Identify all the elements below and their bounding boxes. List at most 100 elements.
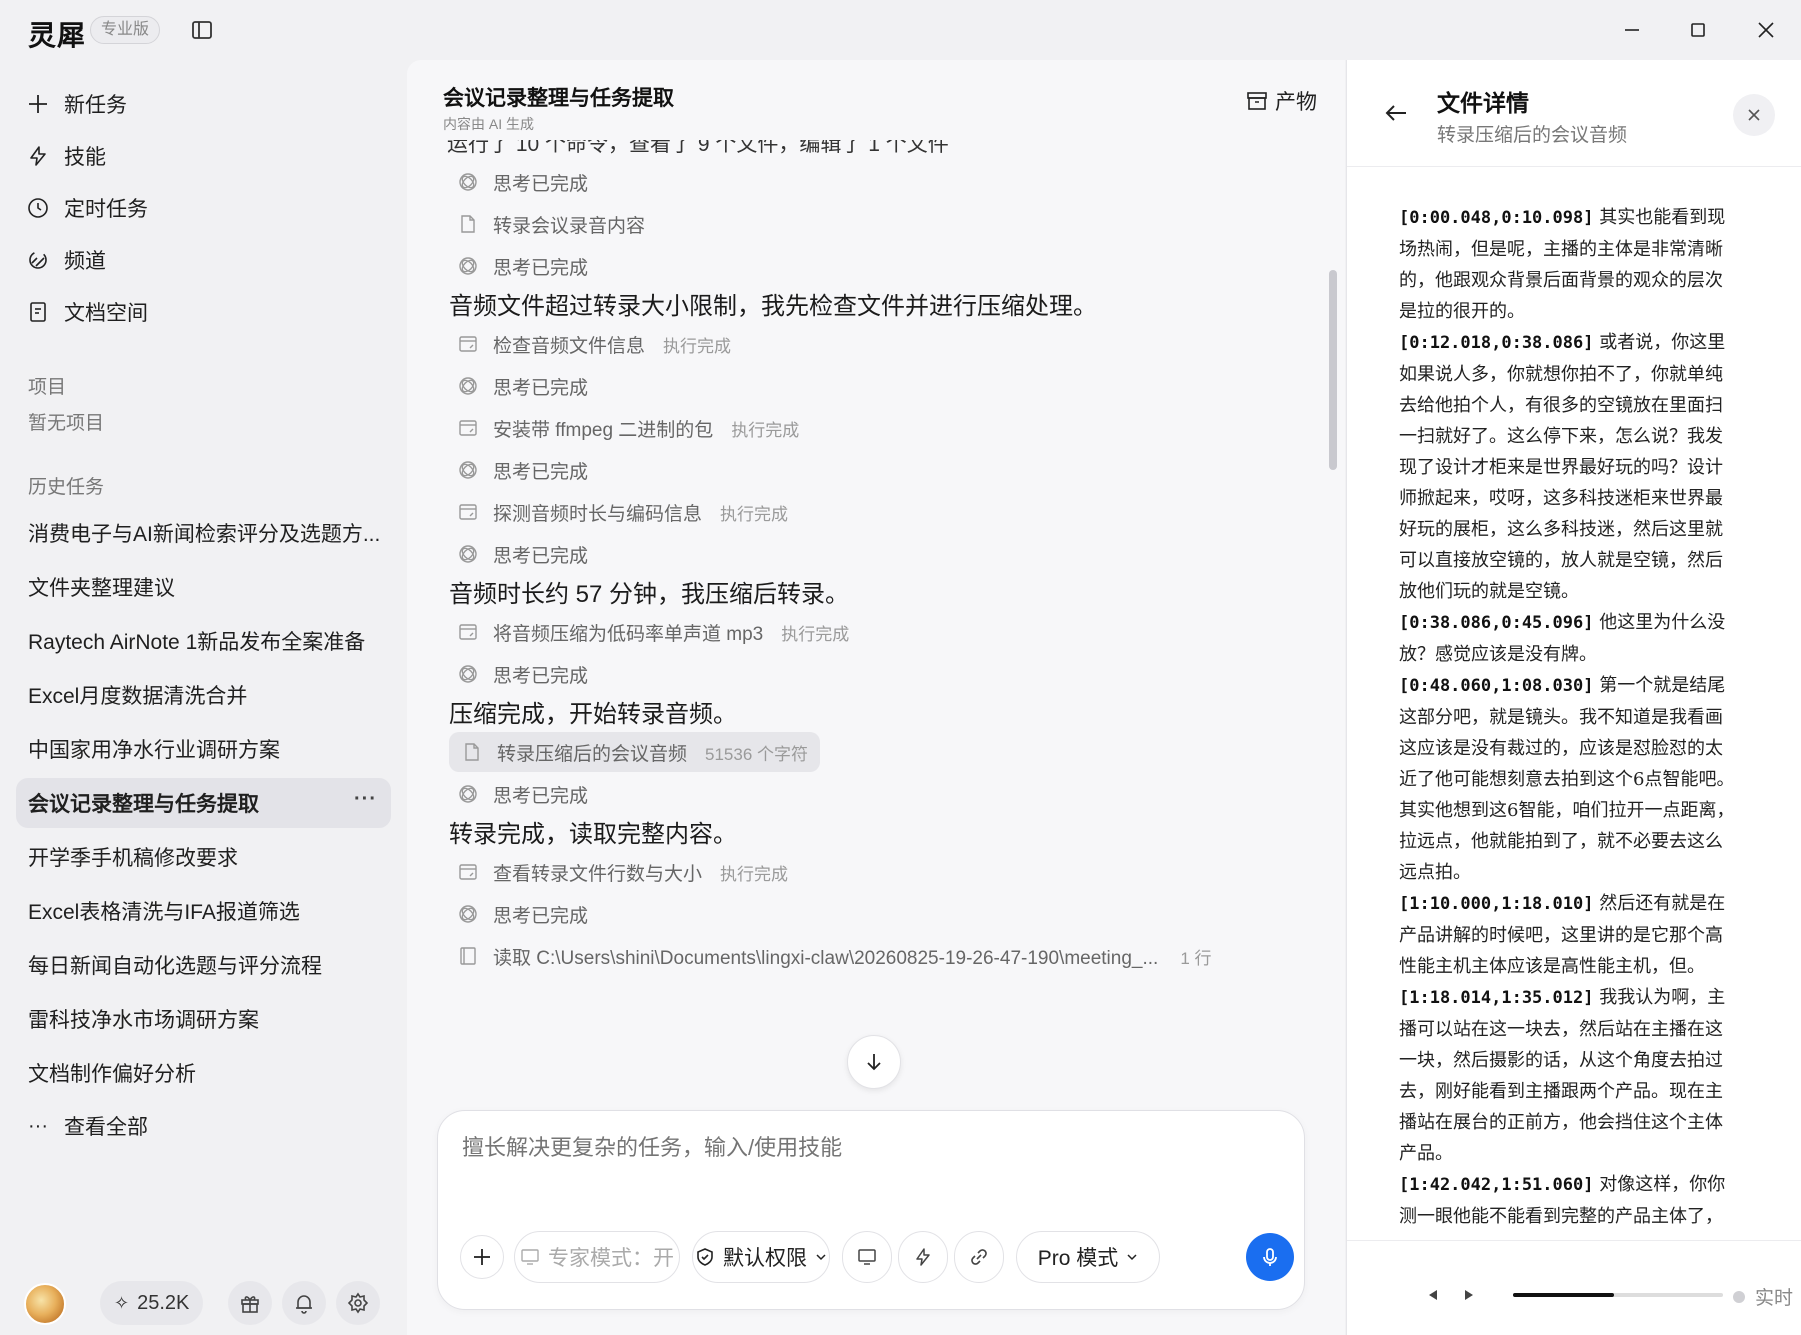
link-icon [971,1249,987,1265]
nav-label: 定时任务 [64,198,148,221]
transcript-segment: [0:12.018,0:38.086] 或者说，你这里如果说人多，你就想你拍不了… [1399,327,1739,670]
document-icon [26,300,50,324]
history-item[interactable]: 雷科技净水市场调研方案 [16,994,391,1044]
bell-icon[interactable] [282,1281,326,1325]
ai-generated-note: 内容由 AI 生成 [443,116,535,132]
screen-button[interactable] [842,1231,892,1283]
history-item-label: 会议记录整理与任务提取 [28,793,259,816]
step-think[interactable]: 思考已完成 [457,162,588,202]
step-label: 安装带 ffmpeg 二进制的包 [493,419,714,441]
step-think[interactable]: 思考已完成 [457,654,588,694]
step-read[interactable]: 读取 C:\Users\shini\Documents\lingxi-claw\… [457,936,1212,976]
voice-input-button[interactable] [1246,1233,1294,1281]
timestamp: [0:12.018,0:38.086] [1399,333,1594,353]
step-label: 思考已完成 [493,785,589,807]
step-label: 思考已完成 [493,377,589,399]
artifacts-button[interactable]: 产物 [1245,86,1317,116]
timestamp: [1:18.014,1:35.012] [1399,988,1594,1008]
close-panel-button[interactable] [1733,94,1775,136]
history-item[interactable]: 中国家用净水行业调研方案 [16,724,391,774]
close-window-icon[interactable] [1746,14,1786,46]
more-options-icon[interactable]: ··· [354,788,377,811]
progress-slider[interactable] [1513,1293,1723,1297]
step-label: 检查音频文件信息 [493,335,646,357]
step-label: 将音频压缩为低码率单声道 mp3 [493,623,764,645]
assistant-message: 音频时长约 57 分钟，我压缩后转录。 [449,581,850,608]
permission-dropdown[interactable]: 默认权限 [692,1231,830,1283]
task-input[interactable] [462,1135,1262,1161]
minimize-icon[interactable] [1612,14,1652,46]
history-item-active[interactable]: 会议记录整理与任务提取 ··· [16,778,391,828]
live-label: 实时 [1755,1288,1794,1309]
step-exec[interactable]: 查看转录文件行数与大小 执行完成 [457,852,788,892]
step-label: 思考已完成 [493,173,589,195]
history-item[interactable]: 文档制作偏好分析 [16,1048,391,1098]
step-label: 思考已完成 [493,461,589,483]
step-exec[interactable]: 将音频压缩为低码率单声道 mp3 执行完成 [457,612,849,652]
history-item[interactable]: Raytech AirNote 1新品发布全案准备 [16,616,391,666]
step-status: 51536 个字符 [705,744,809,764]
segment-text: 第一个就是结尾这部分吧，就是镜头。我不知道是我看画这应该是没有裁过的，应该是怼脸… [1399,675,1735,883]
mode-dropdown[interactable]: Pro 模式 [1016,1231,1160,1283]
history-item[interactable]: 消费电子与AI新闻检索评分及选题方... [16,508,391,558]
step-think[interactable]: 思考已完成 [457,366,588,406]
timestamp: [1:42.042,1:51.060] [1399,1175,1594,1195]
live-toggle[interactable]: 实时 [1733,1283,1793,1310]
step-label: 思考已完成 [493,545,589,567]
back-arrow-icon[interactable] [1383,100,1409,131]
gift-icon[interactable] [228,1281,272,1325]
step-think[interactable]: 思考已完成 [457,246,588,286]
sidebar-toggle-icon[interactable] [190,18,214,42]
history-item[interactable]: 开学季手机稿修改要求 [16,832,391,882]
segment-text: 或者说，你这里如果说人多，你就想你拍不了，你就单纯去给他拍个人，有很多的空镜放在… [1399,332,1726,602]
nav-scheduled[interactable]: 定时任务 [26,188,148,228]
expert-mode-toggle[interactable]: 专家模式：开 [514,1231,680,1283]
step-think[interactable]: 思考已完成 [457,450,588,490]
history-item[interactable]: Excel月度数据清洗合并 [16,670,391,720]
nav-new-task[interactable]: 新任务 [26,84,127,124]
link-button[interactable] [954,1231,1004,1283]
terminal-icon [457,333,479,355]
previous-icon[interactable] [1423,1285,1443,1305]
skills-button[interactable] [898,1231,948,1283]
sidebar: 新任务 技能 定时任务 频道 文档空间 项目 暂无项目 历史任务 消费电子与AI… [0,60,405,1335]
nav-docs[interactable]: 文档空间 [26,292,148,332]
transcript-segment: [0:48.060,1:08.030] 第一个就是结尾这部分吧，就是镜头。我不知… [1399,670,1739,888]
transcript-segment: [1:10.000,1:18.010] 然后还有就是在产品讲解的时候吧，这里讲的… [1399,888,1739,1169]
history-item[interactable]: 每日新闻自动化选题与评分流程 [16,940,391,990]
gear-icon[interactable] [336,1281,380,1325]
step-think[interactable]: 思考已完成 [457,894,588,934]
step-exec[interactable]: 检查音频文件信息 执行完成 [457,324,731,364]
history-item[interactable]: Excel表格清洗与IFA报道筛选 [16,886,391,936]
timestamp: [0:38.086,0:45.096] [1399,613,1594,633]
avatar[interactable] [24,1283,66,1325]
step-think[interactable]: 思考已完成 [457,774,588,814]
step-label: 转录会议录音内容 [493,215,646,237]
scroll-to-bottom-button[interactable] [847,1035,901,1089]
think-icon [457,459,479,481]
file-icon [457,213,479,235]
step-status: 1 行 [1180,948,1212,968]
view-all-link[interactable]: ··· 查看全部 [26,1106,148,1146]
step-exec[interactable]: 安装带 ffmpeg 二进制的包 执行完成 [457,408,799,448]
step-file[interactable]: 转录会议录音内容 [457,204,645,244]
timestamp: [0:48.060,1:08.030] [1399,676,1594,696]
maximize-icon[interactable] [1678,14,1718,46]
step-exec[interactable]: 探测音频时长与编码信息 执行完成 [457,492,788,532]
nav-channel[interactable]: 频道 [26,240,106,280]
add-attachment-button[interactable] [460,1235,504,1279]
divider [1347,1240,1801,1241]
panel-title: 文件详情 [1437,90,1529,116]
composer: 专家模式：开 默认权限 Pro 模式 [437,1110,1305,1310]
file-detail-panel: 文件详情 转录压缩后的会议音频 [0:00.048,0:10.098] 其实也能… [1346,60,1801,1335]
nav-skills[interactable]: 技能 [26,136,106,176]
play-icon[interactable] [1459,1285,1479,1305]
lightning-icon [26,144,50,168]
step-think[interactable]: 思考已完成 [457,534,588,574]
step-file-selected[interactable]: 转录压缩后的会议音频 51536 个字符 [449,732,821,772]
history-item[interactable]: 文件夹整理建议 [16,562,391,612]
main-panel: 会议记录整理与任务提取 内容由 AI 生成 产物 运行了 10 个命令，查看了 … [407,60,1345,1335]
feed-scrollbar[interactable] [1329,270,1337,470]
credits-badge[interactable]: ✧ 25.2K [100,1281,204,1325]
step-label: 思考已完成 [493,257,589,279]
